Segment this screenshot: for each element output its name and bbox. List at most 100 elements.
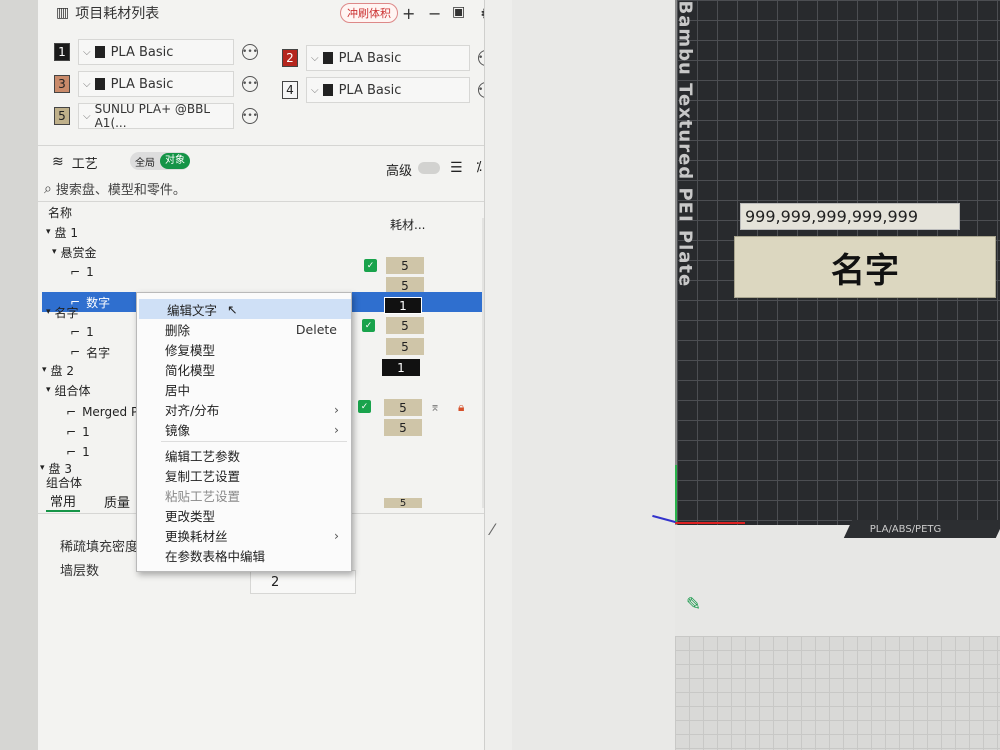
tab-common[interactable]: 常用 (46, 491, 81, 512)
tree-row-part[interactable]: ⌐ 名字 (70, 342, 110, 362)
number-text-model[interactable]: 999,999,999,999,999 (740, 203, 960, 230)
filament-number: 3 (54, 75, 70, 93)
collapse-icon[interactable]: ⁄ (491, 520, 494, 539)
part-icon: ⌐ (70, 345, 81, 359)
context-menu: 编辑文字 ↖ 删除 Delete 修复模型 简化模型 居中 对齐/分布 › 镜像 › 编… (136, 292, 352, 572)
sync-icon[interactable]: ▣ (452, 4, 465, 20)
search-bar[interactable]: ⌕ 搜索盘、模型和零件。 ✕ (38, 176, 508, 202)
column-name-header: 名称 (48, 206, 73, 220)
tree-row-plate-1[interactable]: ▾ 盘 1 (46, 222, 78, 242)
filament-cell[interactable]: 5 (386, 338, 424, 355)
filament-cell[interactable]: 5 (384, 419, 422, 436)
tree-row-part[interactable]: ⌐ 1 (70, 262, 94, 282)
filament-slot-2[interactable]: 2 ⌵PLA Basic ••• (282, 44, 494, 72)
check-icon[interactable]: ✓ (358, 400, 371, 413)
menu-item-change-type[interactable]: 更改类型 (137, 505, 351, 525)
lock-icon[interactable]: 🔒︎ (458, 400, 464, 415)
name-text-model[interactable]: 名字 (734, 236, 996, 298)
filament-select[interactable]: ⌵ PLA Basic (78, 71, 234, 97)
part-icon: ⌐ (70, 265, 81, 279)
tree-row-plate-3[interactable]: ▾ 盘 3 (40, 458, 72, 478)
check-icon[interactable]: ✓ (364, 259, 377, 272)
plate-tag: PLA/ABS/PETG (843, 520, 1000, 538)
filament-cell[interactable]: 1 (382, 359, 420, 376)
paint-icon[interactable]: ⌆ (430, 400, 440, 414)
filament-slot-5[interactable]: 5 ⌵ SUNLU PLA+ @BBL A1(... ••• (54, 102, 258, 130)
menu-item-edit-in-table[interactable]: 在参数表格中编辑 (137, 545, 351, 565)
more-icon[interactable]: ••• (242, 76, 258, 92)
minus-icon[interactable]: − (428, 4, 441, 23)
flush-volume-button[interactable]: 冲刷体积 (340, 3, 398, 23)
menu-item-change-filament[interactable]: 更换耗材丝 › (137, 525, 351, 545)
search-input[interactable]: 搜索盘、模型和零件。 (56, 179, 186, 198)
filament-cell[interactable]: 5 (386, 257, 424, 274)
filament-slot-1[interactable]: 1 ⌵ PLA Basic ••• (54, 38, 258, 66)
submenu-arrow-icon: › (334, 527, 339, 543)
toggle-object[interactable]: 对象 (160, 153, 190, 169)
menu-item-repair[interactable]: 修复模型 (137, 339, 351, 359)
tree-row-plate-2[interactable]: ▾ 盘 2 (42, 360, 74, 380)
part-icon: ⌐ (66, 405, 77, 419)
panel-splitter[interactable]: ⁄ (484, 0, 512, 750)
plus-icon[interactable]: + (402, 4, 415, 23)
menu-item-mirror[interactable]: 镜像 › (137, 419, 351, 439)
filament-select[interactable]: ⌵ PLA Basic (306, 45, 470, 71)
filament-slot-4[interactable]: 4 ⌵PLA Basic ••• (282, 76, 494, 104)
wall-loops-input[interactable]: 2 (250, 570, 356, 594)
toggle-global[interactable]: 全局 (130, 154, 160, 169)
process-label: 工艺 (71, 156, 98, 172)
cursor-icon: ↖ (227, 301, 238, 317)
menu-item-simplify[interactable]: 简化模型 (137, 359, 351, 379)
submenu-arrow-icon: › (334, 421, 339, 437)
tab-quality[interactable]: 质量 (104, 492, 130, 511)
column-filament-header: 耗材... (390, 218, 426, 232)
menu-item-edit-text[interactable]: 编辑文字 ↖ (139, 299, 351, 319)
tree-row-assembly[interactable]: ▾ 组合体 (46, 380, 91, 400)
expand-arrow-icon[interactable]: ▾ (42, 365, 47, 375)
divider (38, 145, 512, 146)
expand-arrow-icon[interactable]: ▾ (46, 307, 51, 317)
tree-row-part[interactable]: ⌐ 1 (70, 322, 94, 342)
advanced-switch[interactable] (418, 162, 440, 174)
filament-number: 2 (282, 49, 298, 67)
global-object-toggle[interactable]: 全局 对象 (130, 152, 190, 170)
expand-arrow-icon[interactable]: ▾ (52, 247, 57, 257)
filament-cell[interactable]: 5 (384, 399, 422, 416)
screen-bezel (0, 0, 38, 750)
more-icon[interactable]: ••• (242, 108, 258, 124)
expand-arrow-icon[interactable]: ▾ (46, 385, 51, 395)
pencil-icon[interactable]: ✎ (686, 594, 701, 615)
menu-item-copy-process[interactable]: 复制工艺设置 (137, 465, 351, 485)
tree-row-part[interactable]: ⌐ 1 (66, 422, 90, 442)
list-view-icon[interactable]: ☰ (450, 160, 463, 176)
tree-row-bounty[interactable]: ▾ 悬赏金 (52, 242, 97, 262)
menu-separator (161, 441, 347, 442)
part-icon: ⌐ (66, 445, 77, 459)
search-icon: ⌕ (44, 180, 52, 197)
filament-select[interactable]: ⌵ SUNLU PLA+ @BBL A1(... (78, 102, 234, 130)
menu-item-center[interactable]: 居中 (137, 379, 351, 399)
filament-select[interactable]: ⌵ PLA Basic (306, 77, 470, 103)
part-icon: ⌐ (70, 325, 81, 339)
tree-row-name-group[interactable]: ▾ 名字 (46, 302, 79, 322)
filament-cell[interactable]: 1 (384, 297, 422, 314)
plate-type-label: Bambu Textured PEI Plate (675, 0, 696, 288)
filament-select[interactable]: ⌵ PLA Basic (78, 39, 234, 65)
menu-item-edit-process[interactable]: 编辑工艺参数 (137, 445, 351, 465)
expand-arrow-icon[interactable]: ▾ (46, 227, 51, 237)
filament-number: 4 (282, 81, 298, 99)
submenu-arrow-icon: › (334, 401, 339, 417)
filament-list-title: 项目耗材列表 (75, 6, 160, 22)
check-icon[interactable]: ✓ (362, 319, 375, 332)
filament-slot-3[interactable]: 3 ⌵ PLA Basic ••• (54, 70, 258, 98)
menu-item-delete[interactable]: 删除 Delete (137, 319, 351, 339)
menu-item-align[interactable]: 对齐/分布 › (137, 399, 351, 419)
expand-arrow-icon[interactable]: ▾ (40, 463, 45, 473)
part-icon: ⌐ (66, 425, 77, 439)
param-compare-icon[interactable]: ⁒ (476, 160, 482, 175)
more-icon[interactable]: ••• (242, 44, 258, 60)
tree-row-assembly[interactable]: 组合体 (46, 476, 82, 488)
filament-number: 5 (54, 107, 70, 125)
filament-cell[interactable]: 5 (386, 317, 424, 334)
tree-row-part[interactable]: ⌐ Merged P (66, 402, 138, 422)
